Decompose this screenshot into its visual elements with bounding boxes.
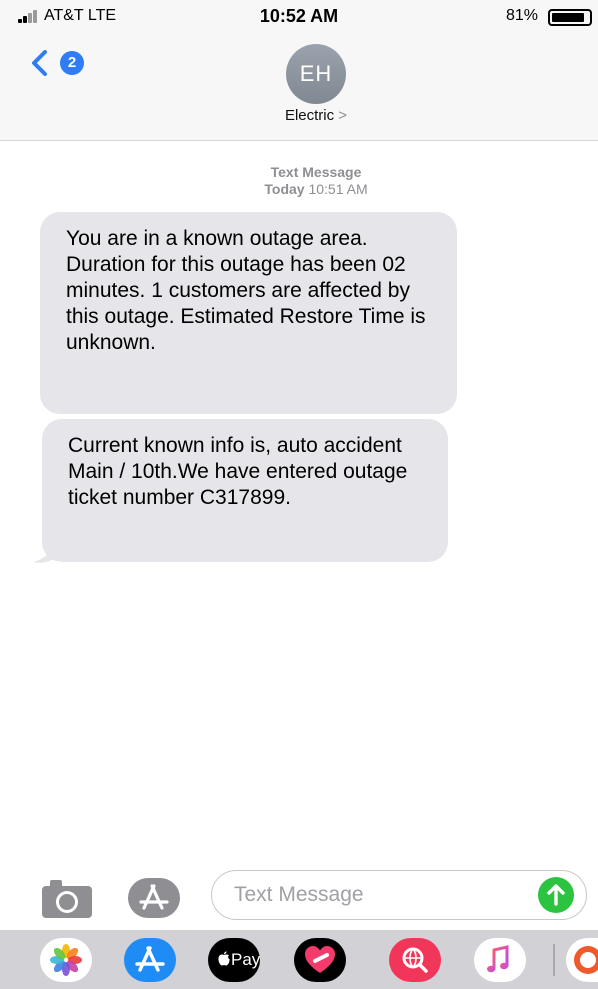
digital-touch-app[interactable]	[294, 938, 346, 982]
contact-avatar[interactable]: EH	[286, 44, 346, 104]
message-input[interactable]	[211, 870, 587, 920]
incoming-message-bubble[interactable]: Current known info is, auto accident Mai…	[42, 419, 448, 562]
contact-name: Electric	[284, 107, 335, 124]
time-label: 10:51 AM	[308, 181, 368, 197]
unread-count-badge: 2	[60, 51, 84, 75]
day-label: Today	[264, 181, 305, 197]
images-search-app[interactable]	[389, 938, 441, 982]
back-button[interactable]: 2	[30, 48, 100, 76]
message-timestamp: Text Message Today 10:51 AM	[0, 164, 598, 198]
bubble-tail-icon	[33, 540, 55, 563]
app-store-icon	[128, 878, 180, 918]
music-app[interactable]	[474, 938, 526, 982]
apple-logo-icon	[218, 951, 230, 966]
gear-icon	[574, 946, 598, 974]
apple-pay-app[interactable]: Pay	[208, 938, 260, 982]
conversation-header: AT&T LTE 10:52 AM 81% 2 EH Electric >	[0, 0, 598, 141]
camera-button[interactable]	[40, 876, 94, 920]
partial-app[interactable]	[566, 938, 598, 982]
incoming-message-bubble[interactable]: You are in a known outage area. Duration…	[40, 212, 457, 414]
heart-icon	[305, 946, 335, 973]
drawer-divider	[553, 944, 555, 976]
battery-icon	[548, 9, 592, 26]
status-bar: AT&T LTE 10:52 AM 81%	[0, 0, 598, 34]
contact-name-link[interactable]: Electric >	[0, 107, 598, 124]
app-store-icon	[135, 946, 165, 972]
globe-search-icon	[402, 947, 428, 973]
app-drawer: Pay	[0, 930, 598, 989]
apple-pay-label: Pay	[231, 950, 261, 969]
camera-icon	[42, 880, 92, 918]
arrow-up-icon	[547, 884, 565, 906]
app-store-button[interactable]	[126, 876, 182, 920]
photos-icon	[50, 944, 82, 976]
chevron-right-icon: >	[338, 107, 348, 124]
send-button[interactable]	[538, 877, 574, 913]
app-store-app[interactable]	[124, 938, 176, 982]
photos-app[interactable]	[40, 938, 92, 982]
music-note-icon	[487, 945, 509, 973]
battery-percentage: 81%	[505, 7, 538, 24]
chevron-left-icon	[32, 50, 47, 76]
service-label: Text Message	[270, 164, 362, 180]
